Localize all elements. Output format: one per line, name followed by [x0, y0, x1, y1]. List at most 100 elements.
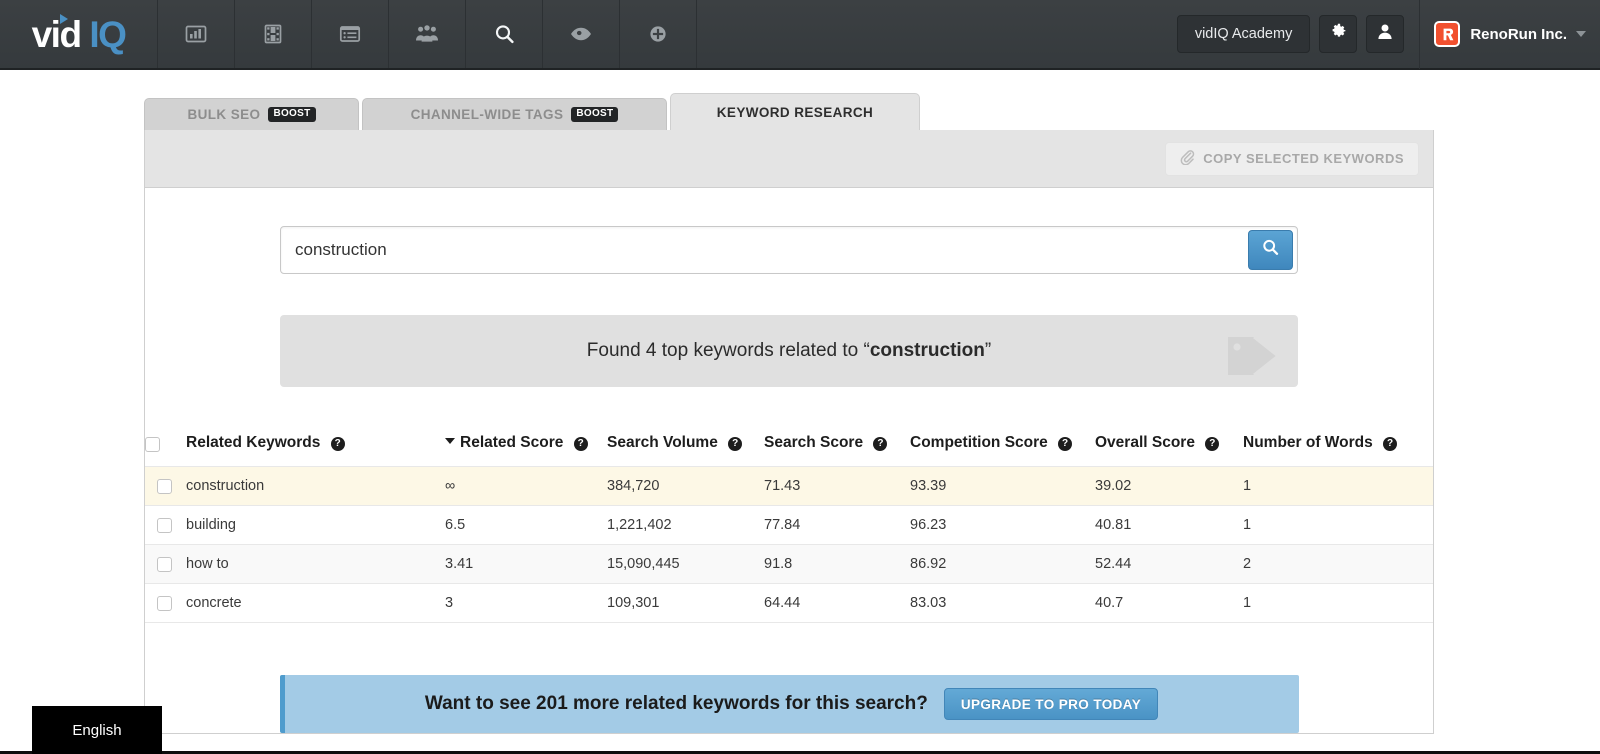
- column-header-number-of-words[interactable]: Number of Words ?: [1243, 434, 1433, 467]
- row-checkbox[interactable]: [157, 478, 172, 494]
- keyword-search-bar: [280, 226, 1298, 274]
- help-icon[interactable]: ?: [1383, 436, 1398, 451]
- cell-competition-score: 96.23: [910, 505, 1095, 545]
- renorun-logo-icon: [1434, 21, 1461, 47]
- vidiq-academy-button[interactable]: vidIQ Academy: [1176, 15, 1311, 53]
- help-icon[interactable]: ?: [1205, 436, 1220, 451]
- upgrade-banner: Want to see 201 more related keywords fo…: [279, 675, 1299, 733]
- help-icon[interactable]: ?: [330, 436, 345, 451]
- table-header-row: Related Keywords ? Related Score ? Searc…: [145, 434, 1433, 467]
- table-row[interactable]: building 6.5 1,221,402 77.84 96.23 40.81…: [145, 505, 1433, 545]
- help-icon[interactable]: ?: [728, 436, 743, 451]
- nav-item-add[interactable]: [620, 0, 697, 68]
- account-icon-button[interactable]: [1366, 15, 1405, 53]
- cell-search-volume: 15,090,445: [607, 544, 764, 584]
- row-checkbox-cell: [145, 505, 186, 545]
- vidiq-logo[interactable]: vid IQ: [0, 0, 158, 68]
- column-label: Overall Score: [1095, 434, 1195, 451]
- page-content: BULK SEO BOOST CHANNEL-WIDE TAGS BOOST K…: [0, 92, 1600, 734]
- column-header-search-score[interactable]: Search Score ?: [764, 434, 910, 467]
- table-row[interactable]: construction ∞ 384,720 71.43 93.39 39.02…: [145, 466, 1433, 506]
- copy-selected-keywords-button[interactable]: COPY SELECTED KEYWORDS: [1165, 141, 1419, 176]
- panel-toolbar: COPY SELECTED KEYWORDS: [145, 130, 1433, 188]
- column-header-related-score[interactable]: Related Score ?: [445, 434, 607, 467]
- panel-body: Found 4 top keywords related to “constru…: [145, 188, 1433, 733]
- nav-item-videos[interactable]: [235, 0, 312, 68]
- nav-item-analytics[interactable]: [158, 0, 235, 68]
- cell-competition-score: 83.03: [910, 583, 1095, 623]
- cell-number-of-words: 1: [1243, 466, 1433, 506]
- cell-search-volume: 384,720: [607, 466, 764, 506]
- cell-overall-score: 40.81: [1095, 505, 1243, 545]
- tab-keyword-research[interactable]: KEYWORD RESEARCH: [670, 93, 920, 130]
- topbar-right-group: vidIQ Academy RenoRun Inc.: [1176, 0, 1600, 69]
- tab-bulk-seo[interactable]: BULK SEO BOOST: [144, 98, 359, 130]
- cell-overall-score: 52.44: [1095, 544, 1243, 584]
- results-summary-text: Found 4 top keywords related to “constru…: [587, 340, 991, 362]
- cell-keyword: building: [186, 505, 445, 545]
- tab-bar: BULK SEO BOOST CHANNEL-WIDE TAGS BOOST K…: [144, 92, 1600, 130]
- column-header-competition-score[interactable]: Competition Score ?: [910, 434, 1095, 467]
- nav-item-keyword-research[interactable]: [466, 0, 543, 68]
- cell-keyword: concrete: [186, 583, 445, 623]
- account-menu[interactable]: RenoRun Inc.: [1434, 21, 1586, 47]
- column-label: Search Score: [764, 434, 864, 451]
- vidiq-academy-label: vidIQ Academy: [1194, 26, 1293, 42]
- select-all-checkbox[interactable]: [145, 437, 160, 452]
- search-input[interactable]: [283, 240, 1248, 260]
- cell-related-score: 6.5: [445, 505, 607, 545]
- column-label: Competition Score: [910, 434, 1048, 451]
- keyword-research-panel: COPY SELECTED KEYWORDS construction Foun…: [144, 130, 1434, 734]
- plus-circle-icon: [647, 23, 669, 45]
- column-header-related-keywords[interactable]: Related Keywords ?: [186, 434, 445, 467]
- column-header-overall-score[interactable]: Overall Score ?: [1095, 434, 1243, 467]
- row-checkbox[interactable]: [157, 556, 172, 572]
- help-icon[interactable]: ?: [1058, 436, 1073, 451]
- table-row[interactable]: how to 3.41 15,090,445 91.8 86.92 52.44 …: [145, 544, 1433, 584]
- quote-close: ”: [984, 340, 992, 361]
- table-row[interactable]: concrete 3 109,301 64.44 83.03 40.7 1: [145, 583, 1433, 623]
- cell-number-of-words: 1: [1243, 505, 1433, 545]
- row-checkbox[interactable]: [157, 517, 172, 533]
- boost-badge: BOOST: [268, 107, 316, 122]
- column-label: Related Keywords: [186, 434, 321, 451]
- cell-search-score: 77.84: [764, 505, 910, 545]
- nav-item-playlists[interactable]: [312, 0, 389, 68]
- cell-related-score: ∞: [445, 466, 607, 506]
- upgrade-to-pro-button[interactable]: UPGRADE TO PRO TODAY: [943, 688, 1159, 720]
- cell-keyword: construction: [186, 466, 445, 506]
- column-label: Related Score: [460, 434, 564, 451]
- users-group-icon: [415, 23, 439, 45]
- row-checkbox-cell: [145, 544, 186, 584]
- nav-item-watch[interactable]: [543, 0, 620, 68]
- search-submit-button[interactable]: [1248, 230, 1293, 270]
- help-icon[interactable]: ?: [573, 436, 588, 451]
- column-header-search-volume[interactable]: Search Volume ?: [607, 434, 764, 467]
- column-label: Number of Words: [1243, 434, 1373, 451]
- table-body: construction ∞ 384,720 71.43 93.39 39.02…: [145, 466, 1433, 623]
- upgrade-to-pro-label: UPGRADE TO PRO TODAY: [960, 696, 1142, 712]
- film-strip-icon: [262, 23, 284, 45]
- cell-search-score: 64.44: [764, 583, 910, 623]
- settings-button[interactable]: [1319, 15, 1358, 53]
- upgrade-banner-text: Want to see 201 more related keywords fo…: [424, 693, 928, 714]
- cell-number-of-words: 2: [1243, 544, 1433, 584]
- tab-channel-wide-tags[interactable]: CHANNEL-WIDE TAGS BOOST: [362, 98, 667, 130]
- account-name-label: RenoRun Inc.: [1470, 25, 1567, 43]
- gear-icon: [1330, 23, 1347, 45]
- tab-bulk-seo-label: BULK SEO: [187, 107, 261, 122]
- help-icon[interactable]: ?: [873, 436, 888, 451]
- keyword-results-table: Related Keywords ? Related Score ? Searc…: [145, 434, 1433, 623]
- tab-keyword-research-label: KEYWORD RESEARCH: [716, 104, 874, 120]
- play-triangle-icon: [59, 13, 68, 24]
- results-summary-banner: Found 4 top keywords related to “constru…: [280, 315, 1298, 387]
- row-checkbox[interactable]: [157, 595, 172, 611]
- tab-channel-wide-tags-label: CHANNEL-WIDE TAGS: [410, 107, 564, 122]
- select-all-header: [145, 434, 186, 467]
- chevron-down-icon: [1576, 31, 1586, 37]
- cell-overall-score: 39.02: [1095, 466, 1243, 506]
- nav-item-audience[interactable]: [389, 0, 466, 68]
- cell-overall-score: 40.7: [1095, 583, 1243, 623]
- language-indicator: English: [32, 706, 162, 754]
- copy-selected-keywords-label: COPY SELECTED KEYWORDS: [1203, 151, 1404, 166]
